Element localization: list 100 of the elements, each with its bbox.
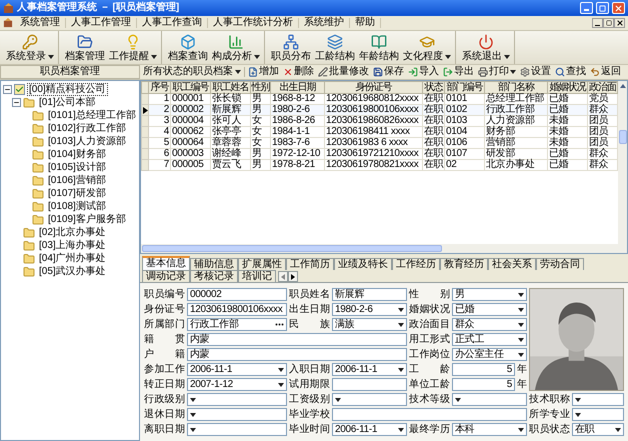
tab[interactable]: 教育经历	[440, 258, 488, 270]
dropdown-field[interactable]	[452, 393, 527, 406]
tree-item[interactable]: [03]上海办事处	[37, 239, 108, 252]
browse-field[interactable]: 行政工作部	[187, 318, 287, 331]
expander-icon[interactable]	[12, 98, 21, 107]
dropdown-field[interactable]	[187, 423, 287, 436]
column-header[interactable]: 部门名称	[484, 82, 548, 94]
tree-item[interactable]: [0107]研发部	[46, 187, 108, 200]
input-field[interactable]: 内蒙	[187, 333, 407, 346]
tab[interactable]: 劳动合同	[536, 258, 584, 270]
column-header[interactable]: 身份证号	[324, 82, 422, 94]
tree-item[interactable]: [0109]客户服务部	[46, 213, 128, 226]
input-field[interactable]	[332, 378, 407, 391]
action-button[interactable]: 导入	[407, 67, 440, 77]
input-field[interactable]: 靳展辉	[332, 288, 407, 301]
column-header[interactable]: 序号	[148, 82, 170, 94]
tree-item[interactable]: [01]公司本部	[37, 96, 98, 109]
toolbar-button[interactable]: 档案查询	[168, 34, 208, 64]
column-header[interactable]: 部门编号	[444, 82, 484, 94]
close-button[interactable]	[614, 18, 625, 28]
action-button[interactable]: 保存	[372, 67, 405, 77]
dropdown-field[interactable]: 本科	[452, 423, 527, 436]
ellipsis-icon[interactable]	[275, 323, 284, 326]
tree-item[interactable]: [00]精点科技公司	[27, 83, 108, 96]
tab[interactable]: 社会关系	[488, 258, 536, 270]
tab[interactable]: 工作经历	[392, 258, 440, 270]
tree-item[interactable]: [0101]总经理工作部	[46, 109, 138, 122]
column-header[interactable]: 性别	[250, 82, 270, 94]
dropdown-field[interactable]: 2006-11-1	[332, 423, 407, 436]
action-button[interactable]: 查找	[554, 67, 587, 77]
tree-item[interactable]: [02]北京办事处	[37, 226, 108, 239]
column-header[interactable]: 职工编号	[170, 82, 210, 94]
toolbar-button[interactable]: 年龄结构	[359, 34, 399, 64]
tree-item[interactable]: [04]广州办事处	[37, 252, 108, 265]
tab[interactable]: 考核记录	[190, 270, 238, 282]
input-field[interactable]: 5	[452, 363, 515, 376]
tab[interactable]: 业绩及特长	[334, 258, 392, 270]
action-button[interactable]: 删除	[282, 67, 315, 77]
checkbox[interactable]	[14, 84, 25, 95]
toolbar-button[interactable]: 系统退出	[462, 34, 510, 64]
input-field[interactable]: 000002	[187, 288, 287, 301]
dropdown-field[interactable]: 2006-11-1	[332, 363, 407, 376]
toolbar-button[interactable]: 职员分布	[271, 34, 311, 64]
action-button[interactable]: 导出	[442, 67, 475, 77]
scroll-thumb[interactable]	[142, 245, 442, 252]
column-header[interactable]: 政治面	[588, 82, 618, 94]
menu-item[interactable]: 人事工作管理	[66, 18, 137, 28]
input-field[interactable]	[332, 408, 527, 421]
toolbar-button[interactable]: 构成分析	[212, 34, 260, 64]
dropdown-field[interactable]: 2006-11-1	[187, 363, 287, 376]
maximize-button[interactable]	[596, 2, 609, 14]
dropdown-field[interactable]: 2007-1-12	[187, 378, 287, 391]
filter-dropdown[interactable]: 所有状态的职员档案	[143, 67, 245, 77]
dropdown-field[interactable]: 满族	[332, 318, 407, 331]
horizontal-scrollbar[interactable]	[141, 244, 627, 253]
tab-scroll-right-button[interactable]	[288, 271, 298, 282]
tab[interactable]: 辅助信息	[190, 258, 238, 270]
menu-item[interactable]: 系统维护	[299, 18, 350, 28]
dropdown-field[interactable]: 办公室主任	[452, 348, 527, 361]
input-field[interactable]: 内蒙	[187, 348, 407, 361]
dropdown-field[interactable]: 1980-2-6	[332, 303, 407, 316]
tab[interactable]: 培训记	[238, 270, 276, 282]
column-header[interactable]: 状态	[422, 82, 444, 94]
action-button[interactable]: 批量修改	[317, 67, 370, 77]
toolbar-button[interactable]: 文化程度	[403, 34, 451, 64]
action-button[interactable]: 返回	[589, 67, 622, 77]
tree-item[interactable]: [0104]财务部	[46, 148, 108, 161]
vertical-scrollbar[interactable]	[618, 81, 627, 244]
toolbar-button[interactable]: 系统登录	[6, 34, 54, 64]
tab[interactable]: 调动记录	[142, 270, 190, 282]
column-header[interactable]: 婚姻状况	[548, 82, 588, 94]
dropdown-field[interactable]	[187, 408, 287, 421]
menu-item[interactable]: 系统管理	[15, 18, 66, 28]
tree-item[interactable]: [0108]测试部	[46, 200, 108, 213]
input-field[interactable]: 12030619800106xxxx	[187, 303, 287, 316]
expander-icon[interactable]	[3, 85, 12, 94]
toolbar-button[interactable]: 工龄结构	[315, 34, 355, 64]
dropdown-field[interactable]: 正式工	[452, 333, 527, 346]
dropdown-field[interactable]: 群众	[452, 318, 527, 331]
dropdown-field[interactable]: 男	[452, 288, 527, 301]
dropdown-field[interactable]: 已婚	[452, 303, 527, 316]
tree-item[interactable]: [0106]营销部	[46, 174, 108, 187]
dropdown-field[interactable]: 在职	[572, 423, 624, 436]
column-header[interactable]: 职工姓名	[210, 82, 250, 94]
dropdown-field[interactable]	[332, 393, 407, 406]
toolbar-button[interactable]: 档案管理	[65, 34, 105, 64]
minimize-button[interactable]	[592, 18, 603, 28]
action-button[interactable]: 设置	[519, 67, 552, 77]
restore-button[interactable]	[603, 18, 614, 28]
tree-item[interactable]: [0105]设计部	[46, 161, 108, 174]
menu-item[interactable]: 人事工作查询	[137, 18, 208, 28]
scroll-thumb[interactable]	[618, 130, 626, 144]
dropdown-field[interactable]	[572, 408, 624, 421]
dropdown-field[interactable]	[187, 393, 287, 406]
column-header[interactable]: 出生日期	[270, 82, 324, 94]
scroll-up-icon[interactable]	[618, 82, 626, 90]
tree-item[interactable]: [0102]行政工作部	[46, 122, 128, 135]
toolbar-button[interactable]: 工作提醒	[109, 34, 157, 64]
menu-item[interactable]: 人事工作统计分析	[208, 18, 299, 28]
tab[interactable]: 工作简历	[286, 258, 334, 270]
